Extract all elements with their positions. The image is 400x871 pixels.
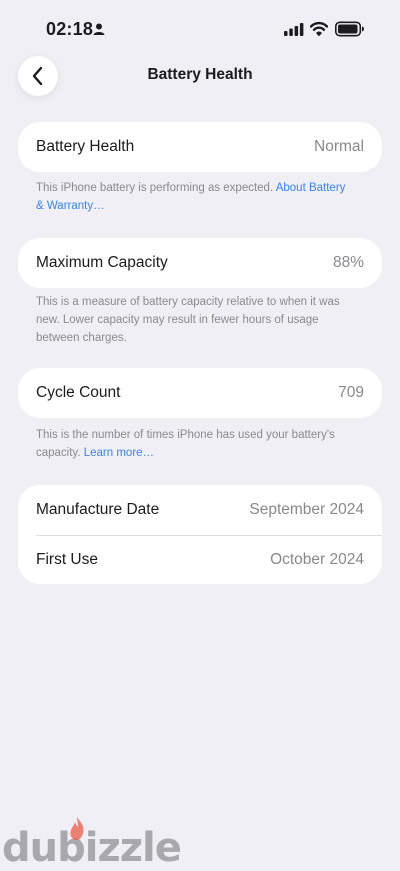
cycle-count-row: Cycle Count 709 [18,368,382,418]
dubizzle-watermark: dubizzle [0,817,182,871]
cycle-count-value: 709 [338,384,364,401]
maximum-capacity-footnote: This is a measure of battery capacity re… [36,296,340,344]
flame-icon [70,817,84,840]
battery-health-footnote-text: This iPhone battery is performing as exp… [36,182,276,194]
cellular-signal-icon [284,23,304,36]
learn-more-link[interactable]: Learn more… [84,447,154,459]
navigation-bar: Battery Health [0,56,400,98]
maximum-capacity-value: 88% [332,254,364,271]
maximum-capacity-row: Maximum Capacity 88% [18,238,382,288]
status-bar: 02:18 [0,0,400,58]
wifi-icon [310,21,328,36]
maximum-capacity-card: Maximum Capacity 88% [18,238,382,288]
manufacture-date-row: Manufacture Date September 2024 [18,485,382,535]
first-use-row: First Use October 2024 [18,536,382,584]
manufacture-date-label: Manufacture Date [36,501,160,518]
status-time: 02:18 [46,19,94,39]
battery-health-value: Normal [314,138,364,155]
battery-health-label: Battery Health [36,138,135,155]
battery-health-footnote: This iPhone battery is performing as exp… [36,179,348,215]
first-use-label: First Use [36,551,98,568]
cycle-count-footnote-text: This is the number of times iPhone has u… [36,429,335,459]
person-icon [93,23,105,35]
first-use-value: October 2024 [270,551,364,568]
battery-icon [335,21,364,37]
cycle-count-label: Cycle Count [36,384,121,401]
watermark-text: dubizzle [2,825,182,871]
battery-health-row: Battery Health Normal [18,122,382,172]
dates-card: Manufacture Date September 2024 First Us… [18,485,382,584]
battery-health-card: Battery Health Normal [18,122,382,172]
cycle-count-footnote: This is the number of times iPhone has u… [36,426,348,462]
manufacture-date-value: September 2024 [249,501,364,518]
page-title: Battery Health [147,66,253,83]
cycle-count-card: Cycle Count 709 [18,368,382,418]
maximum-capacity-label: Maximum Capacity [36,254,168,271]
